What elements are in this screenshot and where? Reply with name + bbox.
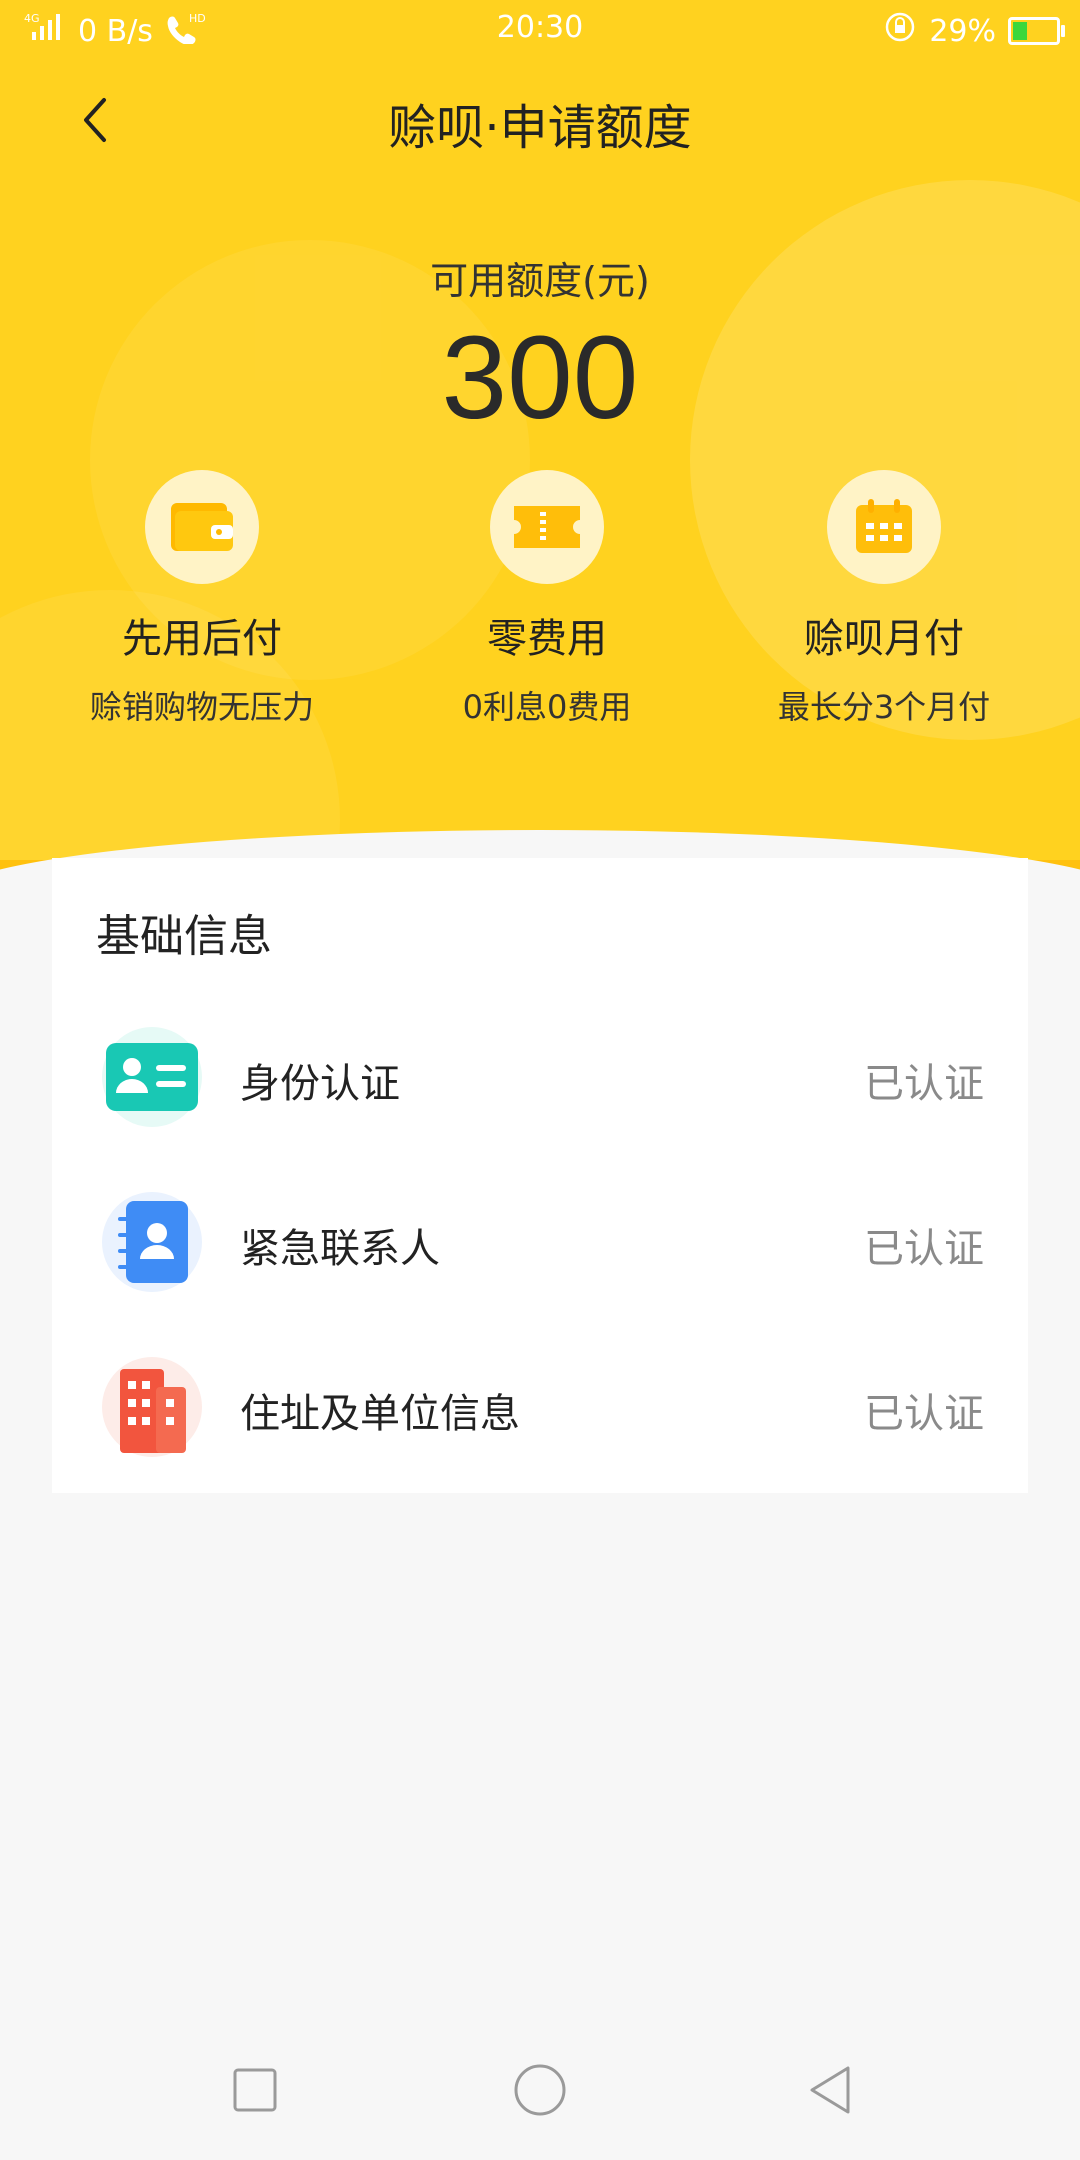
feature-desc: 0利息0费用 (462, 688, 632, 726)
calendar-icon (856, 499, 912, 553)
item-label: 紧急联系人 (240, 1226, 440, 1272)
building-icon (120, 1369, 186, 1453)
feature-desc: 最长分3个月付 (777, 688, 991, 726)
battery-percent: 29% (929, 13, 996, 49)
feature-name: 先用后付 (122, 616, 282, 662)
recent-apps-button[interactable] (225, 2060, 285, 2120)
battery-icon (1008, 17, 1065, 45)
icon-container (102, 1192, 202, 1292)
credit-amount: 300 (441, 312, 639, 444)
item-status: 已认证 (864, 1226, 984, 1272)
feature-icon-circle (827, 470, 941, 584)
item-status: 已认证 (864, 1061, 984, 1107)
contact-book-icon (118, 1201, 188, 1283)
feature-desc: 赊销购物无压力 (89, 688, 314, 726)
feature-icon-circle (490, 470, 604, 584)
feature-name: 赊呗月付 (804, 616, 964, 662)
wallet-icon (171, 503, 233, 551)
feature-zero-fee: 零费用 0利息0费用 (377, 470, 717, 728)
system-nav-bar (0, 2040, 1080, 2140)
feature-monthly: 赊呗月付 最长分3个月付 (714, 470, 1054, 728)
basic-info-card: 基础信息 身份认证 已认证 紧急联系人 已认证 住址及单位信息 已认证 (52, 858, 1028, 1493)
list-item-emergency-contact[interactable]: 紧急联系人 已认证 (52, 1178, 1028, 1308)
status-bar: 4G 0 B/s HD 20:30 29% (0, 0, 1080, 56)
triangle-back-icon (810, 2066, 850, 2114)
back-nav-button[interactable] (800, 2060, 860, 2120)
ticket-icon (514, 506, 580, 548)
credit-label: 可用额度(元) (430, 259, 650, 303)
section-title: 基础信息 (96, 911, 272, 962)
list-item-identity[interactable]: 身份认证 已认证 (52, 1013, 1028, 1143)
nav-bar: 赊呗·申请额度 (0, 70, 1080, 170)
id-card-icon (106, 1043, 198, 1111)
item-status: 已认证 (864, 1391, 984, 1437)
icon-container (102, 1357, 202, 1457)
list-item-address-company[interactable]: 住址及单位信息 已认证 (52, 1343, 1028, 1473)
circle-icon (514, 2064, 566, 2116)
rotation-lock-icon (883, 10, 917, 52)
feature-name: 零费用 (487, 616, 607, 662)
page-title: 赊呗·申请额度 (388, 100, 692, 156)
item-label: 住址及单位信息 (240, 1391, 520, 1437)
home-button[interactable] (510, 2060, 570, 2120)
square-icon (233, 2068, 277, 2112)
icon-container (102, 1027, 202, 1127)
feature-icon-circle (145, 470, 259, 584)
item-label: 身份认证 (240, 1061, 400, 1107)
feature-pay-later: 先用后付 赊销购物无压力 (32, 470, 372, 728)
